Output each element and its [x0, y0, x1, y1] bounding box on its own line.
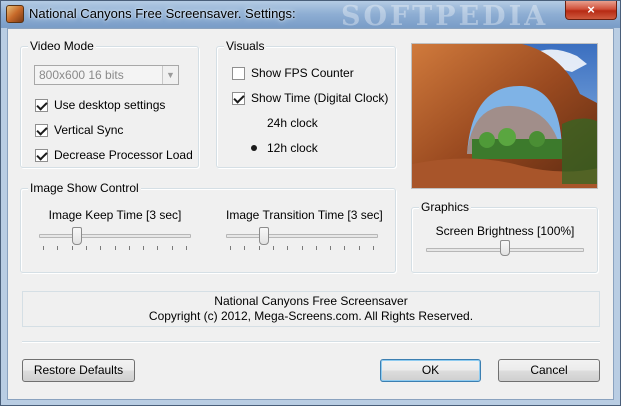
screen-brightness-label: Screen Brightness [100%]	[435, 224, 575, 238]
resolution-value: 800x600 16 bits	[39, 68, 124, 82]
slider-tick	[359, 246, 360, 250]
footer-divider	[22, 341, 600, 343]
image-show-control-group: Image Show Control Image Keep Time [3 se…	[20, 181, 396, 273]
close-button[interactable]: ×	[565, 1, 617, 20]
image-transition-time-ticks	[230, 246, 374, 251]
graphics-group: Graphics Screen Brightness [100%]	[411, 200, 598, 273]
image-keep-time-track[interactable]	[39, 234, 191, 238]
video-mode-legend: Video Mode	[28, 39, 96, 53]
vertical-sync-label: Vertical Sync	[54, 123, 124, 137]
image-keep-time-slider[interactable]	[39, 227, 191, 259]
screen-brightness-slider[interactable]	[426, 240, 584, 266]
slider-tick	[259, 246, 260, 250]
clock-12h-radio[interactable]	[248, 142, 261, 155]
image-keep-time-thumb[interactable]	[72, 227, 82, 245]
decrease-processor-load-row[interactable]: Decrease Processor Load	[35, 148, 193, 162]
decrease-processor-load-checkbox[interactable]	[35, 148, 48, 162]
ok-button[interactable]: OK	[380, 359, 481, 382]
slider-tick	[287, 246, 288, 250]
screen-brightness-thumb[interactable]	[500, 240, 510, 256]
slider-tick	[86, 246, 87, 250]
vertical-sync-checkbox[interactable]	[35, 123, 48, 137]
use-desktop-settings-label: Use desktop settings	[54, 98, 166, 112]
image-keep-time-label: Image Keep Time [3 sec]	[48, 208, 182, 222]
window-title: National Canyons Free Screensaver. Setti…	[29, 6, 296, 21]
slider-tick	[129, 246, 130, 250]
visuals-group: Visuals Show FPS Counter Show Time (Digi…	[216, 39, 396, 168]
slider-tick	[43, 246, 44, 250]
chevron-down-icon[interactable]: ▼	[162, 66, 178, 84]
show-time-label: Show Time (Digital Clock)	[251, 91, 389, 105]
slider-tick	[230, 246, 231, 250]
settings-window: National Canyons Free Screensaver. Setti…	[0, 0, 621, 406]
copyright-text: Copyright (c) 2012, Mega-Screens.com. Al…	[148, 309, 474, 323]
about-info-box: National Canyons Free Screensaver Copyri…	[22, 291, 600, 327]
title-bar[interactable]: National Canyons Free Screensaver. Setti…	[1, 1, 620, 32]
canyon-app-icon	[6, 5, 24, 23]
show-fps-label: Show FPS Counter	[251, 66, 354, 80]
image-transition-time-label: Image Transition Time [3 sec]	[226, 208, 383, 222]
dialog-body: Video Mode 800x600 16 bits ▼ Use desktop…	[7, 28, 614, 400]
image-show-control-legend: Image Show Control	[28, 181, 141, 195]
resolution-select[interactable]: 800x600 16 bits ▼	[34, 65, 179, 85]
slider-tick	[330, 246, 331, 250]
cancel-button[interactable]: Cancel	[498, 359, 600, 382]
clock-24h-radio[interactable]	[248, 117, 261, 130]
clock-24h-label: 24h clock	[267, 116, 318, 130]
use-desktop-settings-row[interactable]: Use desktop settings	[35, 98, 165, 112]
canyon-arch-picture	[412, 44, 597, 188]
clock-12h-row[interactable]: 12h clock	[248, 141, 318, 155]
image-transition-time-slider[interactable]	[226, 227, 378, 259]
image-transition-time-track[interactable]	[226, 234, 378, 238]
restore-defaults-button[interactable]: Restore Defaults	[22, 359, 135, 382]
preview-image	[411, 43, 598, 189]
slider-tick	[157, 246, 158, 250]
slider-tick	[115, 246, 116, 250]
slider-tick	[100, 246, 101, 250]
slider-tick	[316, 246, 317, 250]
slider-tick	[172, 246, 173, 250]
clock-12h-label: 12h clock	[267, 141, 318, 155]
slider-tick	[244, 246, 245, 250]
show-time-row[interactable]: Show Time (Digital Clock)	[232, 91, 388, 105]
slider-tick	[57, 246, 58, 250]
graphics-legend: Graphics	[419, 200, 472, 214]
visuals-legend: Visuals	[224, 39, 267, 53]
slider-tick	[344, 246, 345, 250]
image-keep-time-ticks	[43, 246, 187, 251]
slider-tick	[186, 246, 187, 250]
image-transition-time-thumb[interactable]	[259, 227, 269, 245]
slider-tick	[273, 246, 274, 250]
slider-tick	[373, 246, 374, 250]
show-fps-row[interactable]: Show FPS Counter	[232, 66, 354, 80]
product-name-text: National Canyons Free Screensaver	[214, 294, 408, 308]
slider-tick	[143, 246, 144, 250]
show-fps-checkbox[interactable]	[232, 66, 245, 80]
slider-tick	[302, 246, 303, 250]
video-mode-group: Video Mode 800x600 16 bits ▼ Use desktop…	[20, 39, 199, 168]
vertical-sync-row[interactable]: Vertical Sync	[35, 123, 123, 137]
clock-24h-row[interactable]: 24h clock	[248, 116, 318, 130]
use-desktop-settings-checkbox[interactable]	[35, 98, 48, 112]
slider-tick	[72, 246, 73, 250]
show-time-checkbox[interactable]	[232, 91, 245, 105]
decrease-processor-load-label: Decrease Processor Load	[54, 148, 193, 162]
